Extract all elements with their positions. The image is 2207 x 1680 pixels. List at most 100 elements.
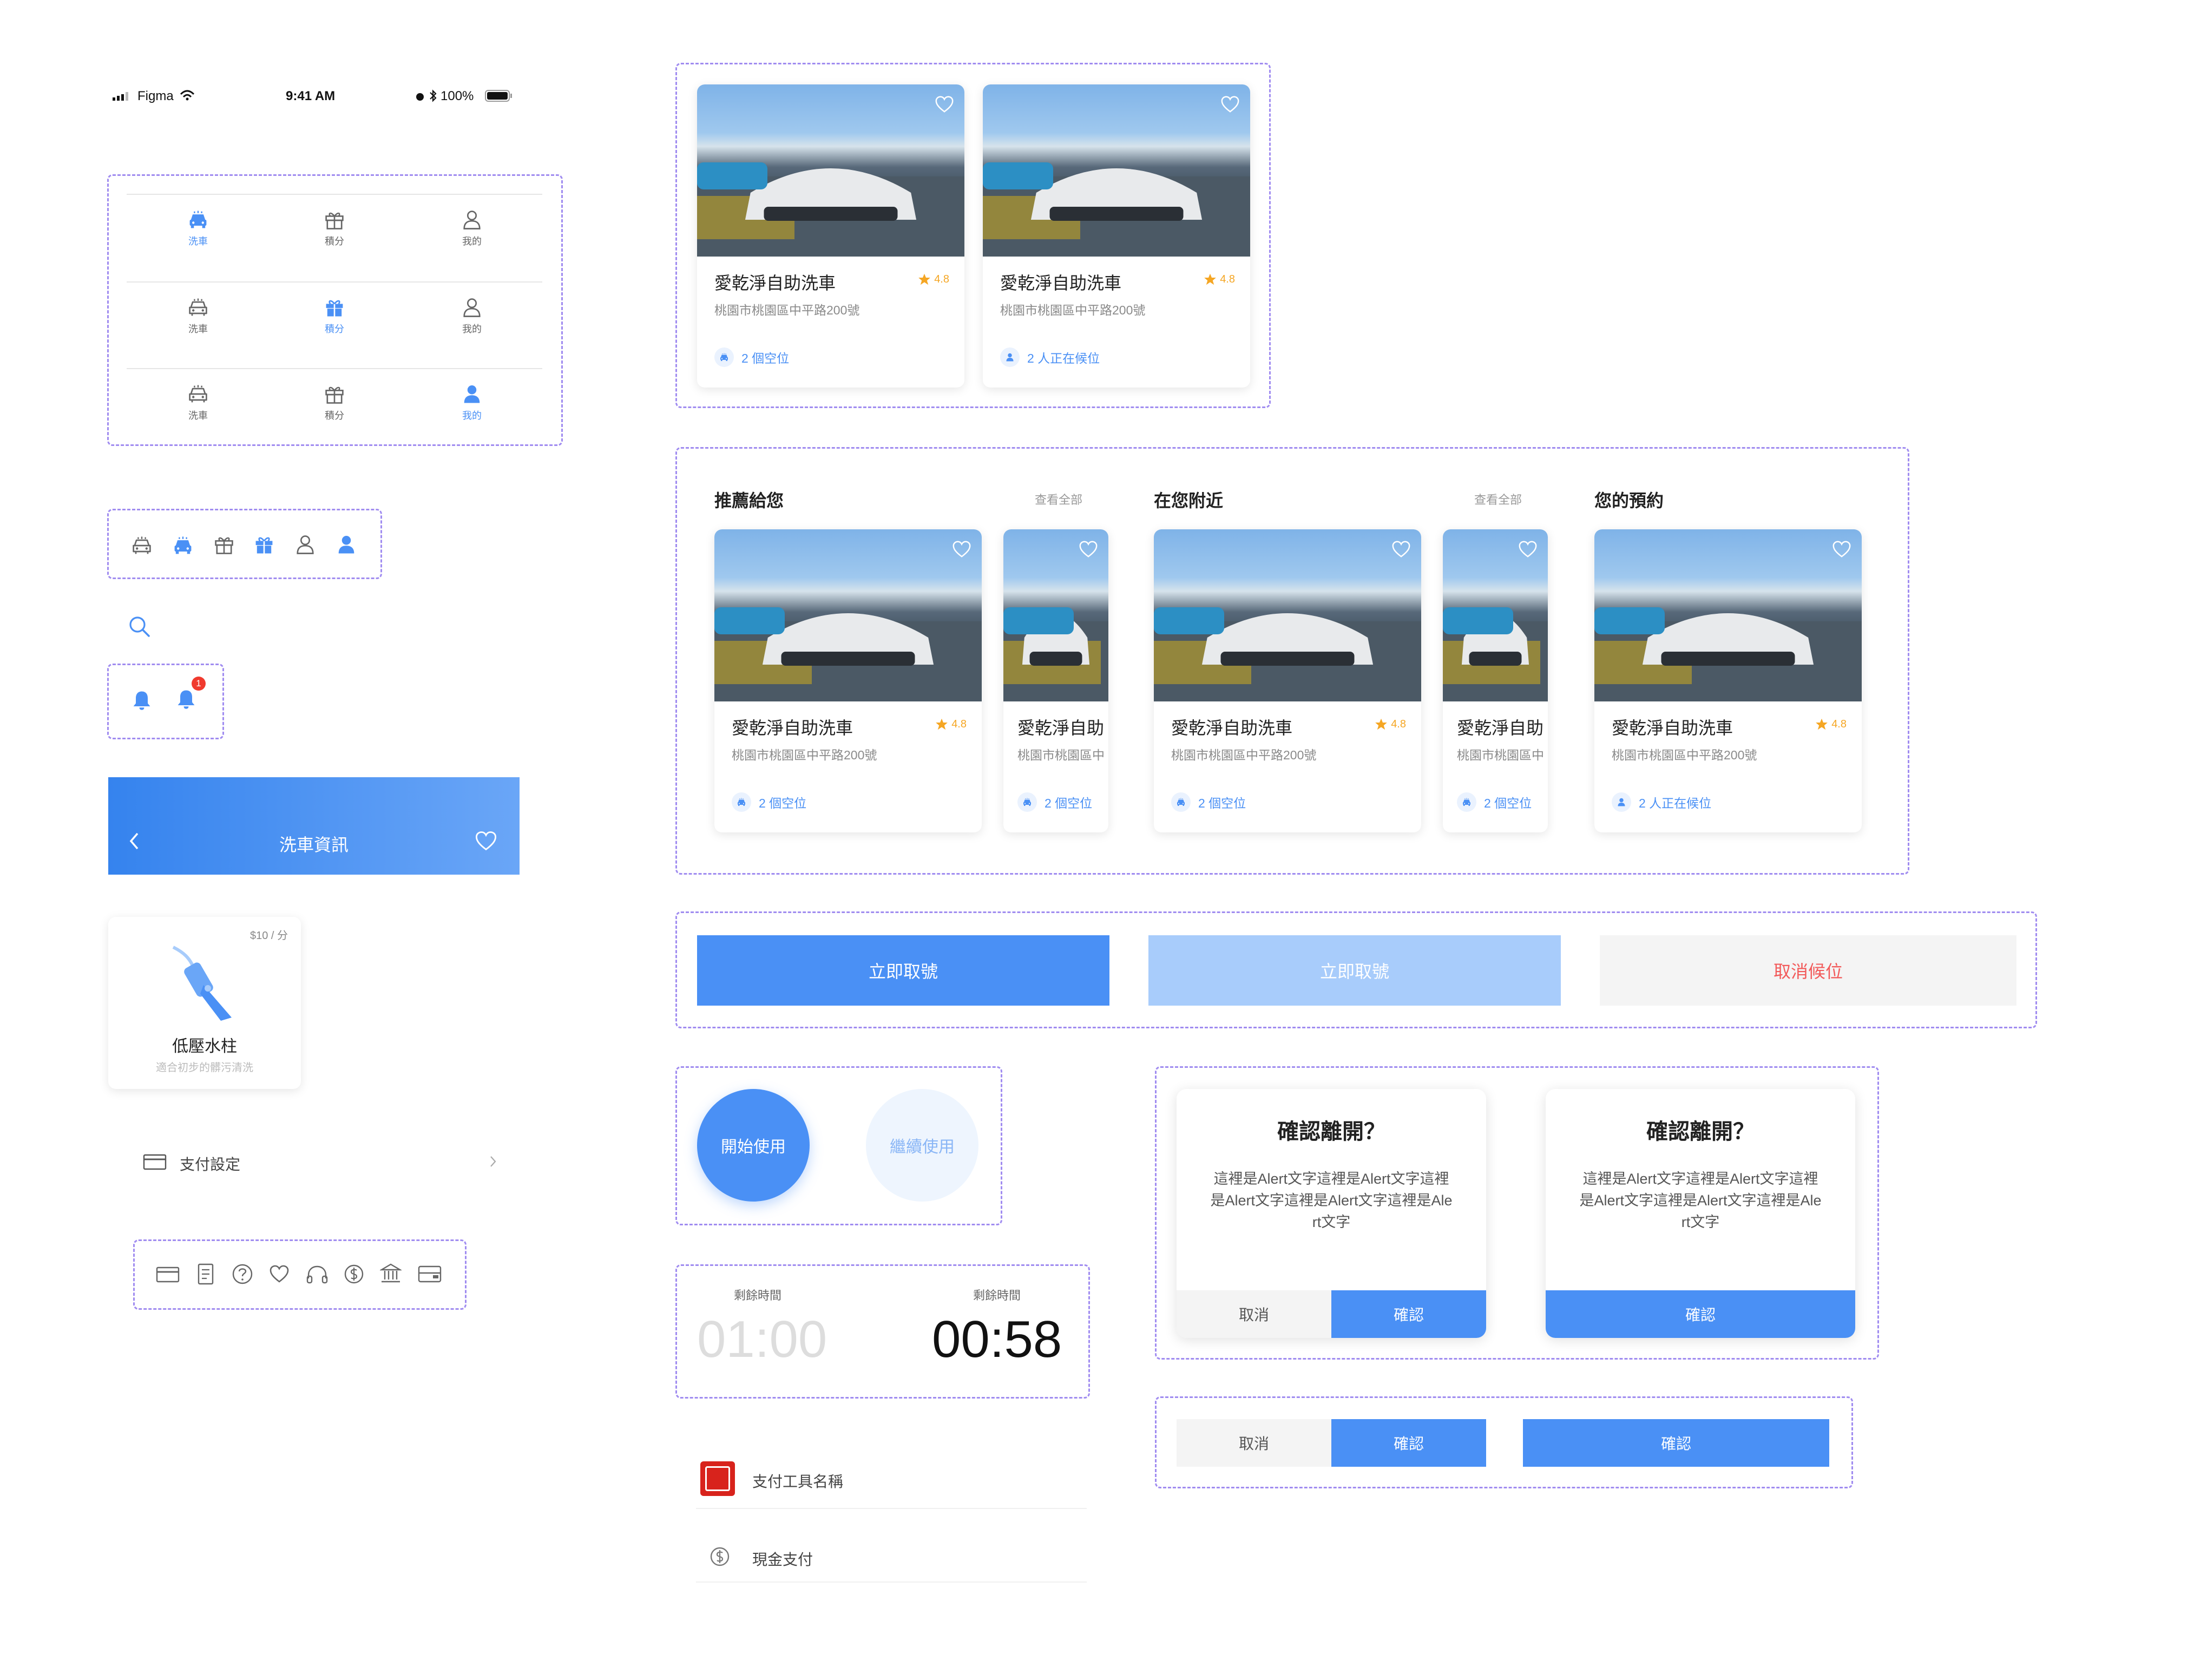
user-icon xyxy=(460,208,484,232)
car-wash-card[interactable]: 愛乾淨自助洗車 4.8 桃園市桃園區中平路200號 2 個空位 xyxy=(697,84,964,388)
cancel-button[interactable]: 取消 xyxy=(1177,1419,1331,1467)
car-icon xyxy=(186,208,210,232)
card-title: 愛乾淨自助 xyxy=(1017,718,1105,738)
rating: 4.8 xyxy=(1204,273,1235,286)
car-icon xyxy=(1461,797,1472,808)
take-number-button-disabled: 立即取號 xyxy=(1148,935,1561,1006)
car-icon xyxy=(186,296,210,319)
car-wash-photo xyxy=(983,84,1250,257)
clock: 9:41 AM xyxy=(286,89,336,103)
rating-value: 4.8 xyxy=(951,718,967,730)
star-icon xyxy=(935,718,948,731)
dialog-confirm-button[interactable]: 確認 xyxy=(1546,1290,1855,1338)
user-outline-icon xyxy=(293,533,317,556)
search-icon[interactable] xyxy=(128,615,152,639)
bluetooth-icon xyxy=(429,89,437,103)
confirm-button[interactable]: 確認 xyxy=(1331,1419,1486,1467)
user-icon xyxy=(460,382,484,406)
tab-label: 洗車 xyxy=(188,410,208,421)
tab-label: 積分 xyxy=(325,410,344,421)
tab-car[interactable]: 洗車 xyxy=(166,382,231,422)
continue-use-button[interactable]: 繼續使用 xyxy=(866,1089,978,1202)
divider xyxy=(127,368,542,369)
gift-icon xyxy=(323,208,346,232)
favorite-heart-icon[interactable] xyxy=(1391,539,1411,560)
car-wash-card[interactable]: 愛乾淨自助 桃園市桃園區中 2 個空位 xyxy=(1003,529,1108,832)
card-title: 愛乾淨自助洗車 xyxy=(1612,718,1733,738)
signal-icon xyxy=(113,92,131,101)
card-status-text: 2 人正在候位 xyxy=(1639,796,1712,810)
alarm-icon xyxy=(415,91,425,102)
rating-value: 4.8 xyxy=(934,273,949,285)
jkopay-logo xyxy=(700,1461,735,1496)
dialog-confirm-button[interactable]: 確認 xyxy=(1331,1290,1486,1338)
dialog-cancel-button[interactable]: 取消 xyxy=(1177,1290,1331,1338)
tab-user[interactable]: 我的 xyxy=(439,296,504,336)
tab-gift[interactable]: 積分 xyxy=(302,208,367,248)
car-wash-card[interactable]: 愛乾淨自助洗車 4.8 桃園市桃園區中平路200號 2 個空位 xyxy=(714,529,982,832)
bell-with-badge[interactable]: 1 xyxy=(174,677,210,714)
tab-user[interactable]: 我的 xyxy=(439,208,504,248)
card-status-text: 2 個空位 xyxy=(1198,796,1246,810)
favorite-heart-icon[interactable] xyxy=(1220,94,1240,115)
card-address: 桃園市桃園區中平路200號 xyxy=(1000,303,1146,317)
card-address: 桃園市桃園區中平路200號 xyxy=(1612,748,1757,762)
favorite-heart-icon[interactable] xyxy=(1831,539,1852,560)
tab-label: 洗車 xyxy=(188,324,208,334)
dialog-title: 確認離開？ xyxy=(1277,1120,1385,1144)
rating-value: 4.8 xyxy=(1391,718,1406,730)
car-wash-photo xyxy=(714,529,982,701)
car-wash-photo xyxy=(1154,529,1421,701)
bell-icon xyxy=(174,687,198,711)
dollar-icon xyxy=(343,1263,365,1285)
bell-icon[interactable] xyxy=(130,688,154,712)
star-icon xyxy=(1204,273,1217,286)
tab-car[interactable]: 洗車 xyxy=(166,208,231,248)
rating: 4.8 xyxy=(935,718,967,731)
service-name: 低壓水柱 xyxy=(172,1038,237,1055)
user-icon xyxy=(1004,352,1015,363)
car-wash-card[interactable]: 愛乾淨自助 桃園市桃園區中 2 個空位 xyxy=(1443,529,1548,832)
tab-car[interactable]: 洗車 xyxy=(166,296,231,336)
tab-gift[interactable]: 積分 xyxy=(302,382,367,422)
status-icon-badge xyxy=(714,347,734,367)
card-status-text: 2 個空位 xyxy=(1045,796,1093,810)
rating-value: 4.8 xyxy=(1831,718,1847,730)
battery-percent: 100% xyxy=(441,89,474,103)
car-wash-illustration xyxy=(697,162,964,257)
star-icon xyxy=(918,273,931,286)
card-status-text: 2 個空位 xyxy=(1484,796,1532,810)
car-wash-card[interactable]: 愛乾淨自助洗車 4.8 桃園市桃園區中平路200號 2 人正在候位 xyxy=(983,84,1250,388)
chevron-right-icon xyxy=(489,1155,497,1168)
service-tile[interactable]: $10 / 分 低壓水柱 適合初步的髒污清洗 xyxy=(108,917,301,1089)
cancel-queue-button[interactable]: 取消候位 xyxy=(1600,935,2016,1006)
favorite-heart-icon[interactable] xyxy=(951,539,972,560)
payment-tool-row[interactable]: 支付工具名稱 xyxy=(696,1461,1087,1509)
car-wash-card[interactable]: 愛乾淨自助洗車 4.8 桃園市桃園區中平路200號 2 人正在候位 xyxy=(1594,529,1862,832)
favorite-heart-icon[interactable] xyxy=(474,829,498,853)
user-filled-icon xyxy=(334,533,358,556)
start-use-button[interactable]: 開始使用 xyxy=(697,1089,810,1202)
divider xyxy=(127,194,542,195)
card-title: 愛乾淨自助洗車 xyxy=(714,273,836,293)
water-nozzle-icon xyxy=(168,942,244,1023)
view-all-link[interactable]: 查看全部 xyxy=(1474,490,1522,508)
view-all-link[interactable]: 查看全部 xyxy=(1035,490,1082,508)
take-number-button[interactable]: 立即取號 xyxy=(697,935,1109,1006)
payment-setting-row[interactable]: 支付設定 xyxy=(140,1150,500,1177)
favorite-heart-icon[interactable] xyxy=(934,94,955,115)
card-status: 2 人正在候位 xyxy=(1612,792,1711,812)
car-wash-photo xyxy=(697,84,964,257)
headset-icon xyxy=(306,1265,328,1284)
confirm-button-full[interactable]: 確認 xyxy=(1523,1419,1829,1467)
car-icon xyxy=(186,382,210,406)
favorite-heart-icon[interactable] xyxy=(1078,539,1099,560)
card-status: 2 個空位 xyxy=(714,347,789,367)
dialog-message: 這裡是Alert文字這裡是Alert文字這裡是Alert文字這裡是Alert文字… xyxy=(1579,1171,1822,1230)
tab-user[interactable]: 我的 xyxy=(439,382,504,422)
timer-value-inactive: 01:00 xyxy=(697,1310,827,1368)
cash-payment-row[interactable]: 現金支付 xyxy=(696,1544,1087,1583)
tab-gift[interactable]: 積分 xyxy=(302,296,367,336)
car-wash-card[interactable]: 愛乾淨自助洗車 4.8 桃園市桃園區中平路200號 2 個空位 xyxy=(1154,529,1421,832)
favorite-heart-icon[interactable] xyxy=(1518,539,1538,560)
